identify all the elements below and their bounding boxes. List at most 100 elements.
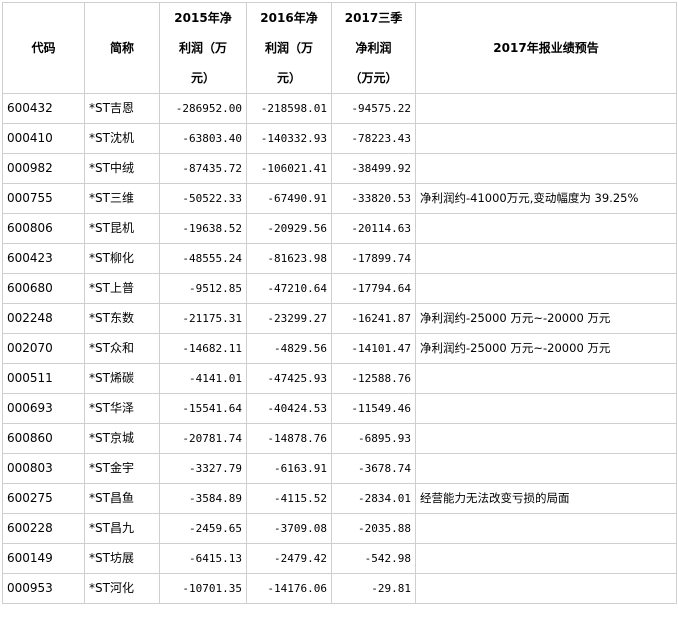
cell-forecast: 经营能力无法改变亏损的局面 <box>415 483 677 514</box>
cell-2015: -286952.00 <box>159 93 247 124</box>
cell-forecast <box>415 123 677 154</box>
cell-code: 600149 <box>2 543 85 574</box>
cell-2016: -4115.52 <box>246 483 332 514</box>
cell-2016: -47425.93 <box>246 363 332 394</box>
table-row: 000693 *ST华泽 -15541.64 -40424.53 -11549.… <box>2 393 677 424</box>
cell-forecast: 净利润约-25000 万元~-20000 万元 <box>415 303 677 334</box>
cell-name: *ST中绒 <box>84 153 160 184</box>
header-forecast: 2017年报业绩预告 <box>415 2 677 94</box>
cell-2015: -50522.33 <box>159 183 247 214</box>
cell-name: *ST金宇 <box>84 453 160 484</box>
cell-name: *ST昌鱼 <box>84 483 160 514</box>
cell-forecast <box>415 153 677 184</box>
cell-code: 000693 <box>2 393 85 424</box>
table-row: 600275 *ST昌鱼 -3584.89 -4115.52 -2834.01 … <box>2 483 677 514</box>
cell-2016: -140332.93 <box>246 123 332 154</box>
header-2017q3-line2: 净利润 <box>355 41 392 55</box>
cell-2015: -19638.52 <box>159 213 247 244</box>
header-code: 代码 <box>2 2 85 94</box>
cell-name: *ST京城 <box>84 423 160 454</box>
table-row: 600806 *ST昆机 -19638.52 -20929.56 -20114.… <box>2 213 677 244</box>
cell-code: 002248 <box>2 303 85 334</box>
cell-name: *ST吉恩 <box>84 93 160 124</box>
cell-2016: -3709.08 <box>246 513 332 544</box>
cell-2016: -40424.53 <box>246 393 332 424</box>
table-body: 600432 *ST吉恩 -286952.00 -218598.01 -9457… <box>2 93 677 604</box>
cell-code: 002070 <box>2 333 85 364</box>
header-2015-profit: 2015年净 利润（万 元） <box>159 2 247 94</box>
cell-2015: -10701.35 <box>159 573 247 604</box>
cell-name: *ST华泽 <box>84 393 160 424</box>
table-row: 002070 *ST众和 -14682.11 -4829.56 -14101.4… <box>2 333 677 364</box>
cell-code: 000982 <box>2 153 85 184</box>
cell-2016: -20929.56 <box>246 213 332 244</box>
cell-forecast <box>415 573 677 604</box>
cell-2015: -3584.89 <box>159 483 247 514</box>
header-2016-line1: 2016年净 <box>260 11 318 25</box>
cell-2016: -2479.42 <box>246 543 332 574</box>
cell-code: 000755 <box>2 183 85 214</box>
cell-name: *ST昌九 <box>84 513 160 544</box>
table-row: 000803 *ST金宇 -3327.79 -6163.91 -3678.74 <box>2 453 677 484</box>
header-2017q3-line3: （万元） <box>349 71 398 85</box>
cell-name: *ST烯碳 <box>84 363 160 394</box>
cell-2015: -9512.85 <box>159 273 247 304</box>
cell-forecast: 净利润约-25000 万元~-20000 万元 <box>415 333 677 364</box>
cell-2017q3: -14101.47 <box>331 333 416 364</box>
cell-2017q3: -6895.93 <box>331 423 416 454</box>
cell-name: *ST昆机 <box>84 213 160 244</box>
header-2017q3-profit: 2017三季 净利润 （万元） <box>331 2 416 94</box>
loss-table: 代码 简称 2015年净 利润（万 元） 2016年净 利润（万 元） 2017… <box>2 2 677 604</box>
cell-2017q3: -78223.43 <box>331 123 416 154</box>
cell-2016: -218598.01 <box>246 93 332 124</box>
cell-2015: -20781.74 <box>159 423 247 454</box>
cell-2015: -48555.24 <box>159 243 247 274</box>
cell-2017q3: -20114.63 <box>331 213 416 244</box>
cell-code: 000953 <box>2 573 85 604</box>
cell-code: 000410 <box>2 123 85 154</box>
cell-name: *ST柳化 <box>84 243 160 274</box>
cell-code: 600228 <box>2 513 85 544</box>
cell-2017q3: -38499.92 <box>331 153 416 184</box>
cell-2015: -87435.72 <box>159 153 247 184</box>
cell-2017q3: -12588.76 <box>331 363 416 394</box>
cell-2016: -81623.98 <box>246 243 332 274</box>
cell-2016: -47210.64 <box>246 273 332 304</box>
cell-name: *ST众和 <box>84 333 160 364</box>
cell-2015: -15541.64 <box>159 393 247 424</box>
cell-2016: -67490.91 <box>246 183 332 214</box>
cell-code: 600432 <box>2 93 85 124</box>
table-row: 600680 *ST上普 -9512.85 -47210.64 -17794.6… <box>2 273 677 304</box>
cell-2015: -21175.31 <box>159 303 247 334</box>
cell-forecast <box>415 453 677 484</box>
cell-2017q3: -17794.64 <box>331 273 416 304</box>
header-2017q3-line1: 2017三季 <box>344 11 403 25</box>
header-2015-line2: 利润（万 <box>178 41 227 55</box>
cell-2016: -106021.41 <box>246 153 332 184</box>
cell-code: 600860 <box>2 423 85 454</box>
cell-2016: -14878.76 <box>246 423 332 454</box>
cell-2017q3: -2834.01 <box>331 483 416 514</box>
table-row: 600149 *ST坊展 -6415.13 -2479.42 -542.98 <box>2 543 677 574</box>
cell-2015: -3327.79 <box>159 453 247 484</box>
header-row: 代码 简称 2015年净 利润（万 元） 2016年净 利润（万 元） 2017… <box>2 2 677 94</box>
cell-2015: -14682.11 <box>159 333 247 364</box>
cell-name: *ST沈机 <box>84 123 160 154</box>
table-row: 600860 *ST京城 -20781.74 -14878.76 -6895.9… <box>2 423 677 454</box>
table-row: 600423 *ST柳化 -48555.24 -81623.98 -17899.… <box>2 243 677 274</box>
cell-2016: -6163.91 <box>246 453 332 484</box>
cell-2017q3: -11549.46 <box>331 393 416 424</box>
cell-2017q3: -2035.88 <box>331 513 416 544</box>
header-2015-line3: 元） <box>190 71 215 85</box>
cell-name: *ST坊展 <box>84 543 160 574</box>
table-row: 600228 *ST昌九 -2459.65 -3709.08 -2035.88 <box>2 513 677 544</box>
cell-forecast <box>415 243 677 274</box>
cell-2017q3: -16241.87 <box>331 303 416 334</box>
cell-name: *ST上普 <box>84 273 160 304</box>
table-row: 600432 *ST吉恩 -286952.00 -218598.01 -9457… <box>2 93 677 124</box>
cell-code: 000803 <box>2 453 85 484</box>
cell-forecast: 净利润约-41000万元,变动幅度为 39.25% <box>415 183 677 214</box>
cell-2015: -63803.40 <box>159 123 247 154</box>
table-row: 000982 *ST中绒 -87435.72 -106021.41 -38499… <box>2 153 677 184</box>
cell-2016: -14176.06 <box>246 573 332 604</box>
